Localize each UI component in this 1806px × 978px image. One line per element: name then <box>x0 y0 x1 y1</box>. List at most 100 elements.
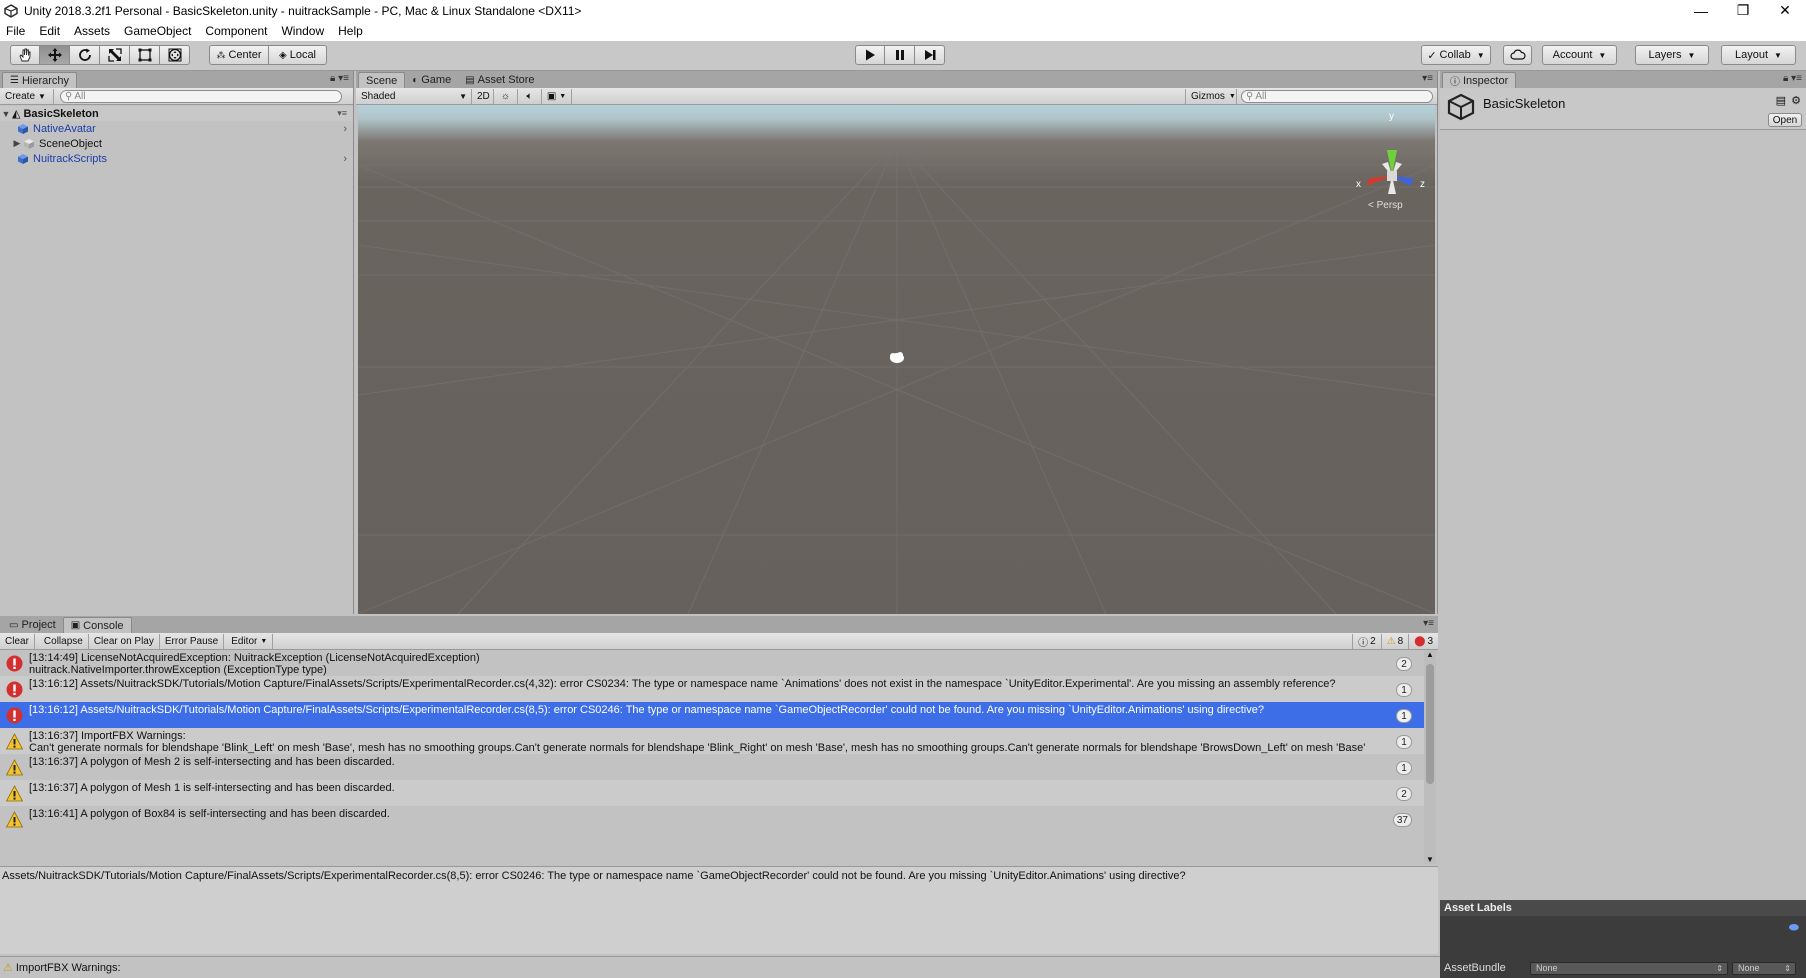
tab-scene[interactable]: Scene <box>358 72 406 88</box>
dropdown-arrow-icon: ▼ <box>559 92 567 100</box>
clear-button[interactable]: Clear <box>0 633 35 649</box>
clear-label: Clear <box>5 635 29 647</box>
scene-tabstrip: Scene ◐ Game ▤ Asset Store ▾≡ <box>356 71 1437 88</box>
scale-icon <box>107 48 122 62</box>
tab-asset-store[interactable]: ▤ Asset Store <box>458 72 541 88</box>
search-placeholder: All <box>74 90 86 102</box>
image-icon: ▣ <box>546 90 557 102</box>
title-bar: Unity 2018.3.2f1 Personal - BasicSkeleto… <box>0 0 1806 21</box>
inspector-help-icon[interactable]: ▤ <box>1776 94 1786 107</box>
collapse-arrow-icon[interactable]: ▼ <box>0 109 12 119</box>
status-bar[interactable]: ⚠ ImportFBX Warnings: <box>0 956 1440 978</box>
step-button[interactable] <box>915 45 945 65</box>
warning-filter-toggle[interactable]: ⚠ 8 <box>1382 633 1410 649</box>
console-toolbar: Clear Collapse Clear on Play Error Pause… <box>0 633 1438 650</box>
search-icon: ⚲ <box>1246 90 1254 102</box>
pivot-local-button[interactable]: ◈ Local <box>269 45 327 65</box>
tab-project[interactable]: ▭ Project <box>2 617 63 633</box>
console-detail-pane[interactable]: Assets/NuitrackSDK/Tutorials/Motion Capt… <box>0 866 1438 954</box>
menu-file[interactable]: File <box>6 24 25 38</box>
scene-root-row[interactable]: ▼ ◭ BasicSkeleton ▾≡ <box>0 106 353 121</box>
chevron-right-icon[interactable]: › <box>343 123 347 135</box>
console-log-row[interactable]: [13:16:41] A polygon of Box84 is self-in… <box>0 806 1424 832</box>
rotate-tool-button[interactable] <box>70 45 100 65</box>
console-log-row[interactable]: [13:16:37] A polygon of Mesh 2 is self-i… <box>0 754 1424 780</box>
assetbundle-variant-dropdown[interactable]: None ⇕ <box>1732 961 1796 975</box>
play-button[interactable] <box>855 45 885 65</box>
scrollbar-thumb[interactable] <box>1426 664 1434 784</box>
hand-tool-button[interactable] <box>10 45 40 65</box>
error-pause-toggle[interactable]: Error Pause <box>160 633 225 649</box>
tab-hierarchy[interactable]: ☰ Hierarchy <box>2 72 78 88</box>
move-tool-button[interactable] <box>40 45 70 65</box>
pause-button[interactable] <box>885 45 915 65</box>
console-log-row[interactable]: [13:14:49] LicenseNotAcquiredException: … <box>0 650 1424 676</box>
scene-search-input[interactable]: ⚲ All <box>1241 89 1433 103</box>
editor-dropdown[interactable]: Editor ▼ <box>226 633 274 649</box>
rect-tool-button[interactable] <box>130 45 160 65</box>
scene-menu-icon[interactable]: ▾≡ <box>337 108 347 119</box>
scroll-up-arrow-icon[interactable]: ▲ <box>1426 650 1434 659</box>
console-log-row[interactable]: [13:16:37] A polygon of Mesh 1 is self-i… <box>0 780 1424 806</box>
hierarchy-item-nuitrackscripts[interactable]: NuitrackScripts › <box>0 151 353 166</box>
tab-inspector[interactable]: ⓘ Inspector <box>1442 72 1517 88</box>
error-filter-toggle[interactable]: ⬤ 3 <box>1409 634 1438 649</box>
menu-help[interactable]: Help <box>338 24 363 38</box>
close-button[interactable]: ✕ <box>1764 0 1806 21</box>
hierarchy-item-nativeavatar[interactable]: NativeAvatar › <box>0 121 353 136</box>
directional-light-icon[interactable] <box>890 352 904 363</box>
projection-label[interactable]: < Persp <box>1368 200 1403 211</box>
audio-toggle-button[interactable]: 🔈︎ <box>518 88 542 104</box>
scroll-down-arrow-icon[interactable]: ▼ <box>1426 855 1434 864</box>
scale-tool-button[interactable] <box>100 45 130 65</box>
layers-dropdown[interactable]: Layers ▼ <box>1635 45 1709 65</box>
panel-menu-icon[interactable]: ▾≡ <box>1422 73 1433 84</box>
dropdown-arrow-icon: ▼ <box>459 91 467 101</box>
hierarchy-search-input[interactable]: ⚲ All <box>60 89 342 103</box>
pivot-center-button[interactable]: ⁂ Center <box>209 45 269 65</box>
console-log-row[interactable]: [13:16:12] Assets/NuitrackSDK/Tutorials/… <box>0 676 1424 702</box>
menu-edit[interactable]: Edit <box>39 24 60 38</box>
layout-dropdown[interactable]: Layout ▼ <box>1721 45 1796 65</box>
gear-icon[interactable]: ⚙ <box>1791 94 1801 107</box>
menu-bar: File Edit Assets GameObject Component Wi… <box>0 21 1806 41</box>
console-log-row[interactable]: [13:16:37] ImportFBX Warnings: Can't gene… <box>0 728 1424 754</box>
collapse-toggle[interactable]: Collapse <box>39 633 89 649</box>
assetbundle-name-dropdown[interactable]: None ⇕ <box>1530 961 1728 975</box>
menu-component[interactable]: Component <box>205 24 267 38</box>
tab-game[interactable]: ◐ Game <box>405 72 458 88</box>
error-icon: ⬤ <box>1414 635 1426 647</box>
tag-label-icon[interactable]: ⬬ <box>1789 920 1799 935</box>
clear-on-play-label: Clear on Play <box>93 635 154 647</box>
clear-on-play-toggle[interactable]: Clear on Play <box>89 633 160 649</box>
effects-dropdown[interactable]: ▣ ▼ <box>542 88 572 104</box>
panel-lock-menu-icon[interactable]: 🔒︎ ▾≡ <box>1783 73 1802 84</box>
warning-icon <box>6 759 23 776</box>
console-scrollbar[interactable]: ▲ ▼ <box>1424 650 1436 864</box>
gizmos-dropdown[interactable]: Gizmos ▼ <box>1185 88 1237 104</box>
tab-console[interactable]: ▣ Console <box>62 617 132 633</box>
create-dropdown[interactable]: Create ▼ <box>0 88 54 104</box>
expand-arrow-icon[interactable]: ▶ <box>11 138 23 149</box>
2d-toggle-button[interactable]: 2D <box>472 88 494 104</box>
updown-arrow-icon: ⇕ <box>1716 963 1723 973</box>
shading-mode-dropdown[interactable]: Shaded ▼ <box>356 88 472 104</box>
console-log-row[interactable]: [13:16:12] Assets/NuitrackSDK/Tutorials/… <box>0 702 1424 728</box>
menu-window[interactable]: Window <box>281 24 324 38</box>
chevron-right-icon[interactable]: › <box>343 153 347 165</box>
scene-viewport[interactable]: y x z < Persp <box>358 105 1435 614</box>
collab-dropdown[interactable]: ✓ Collab ▼ <box>1421 45 1491 65</box>
panel-menu-icon[interactable]: ▾≡ <box>1423 618 1434 629</box>
cloud-button[interactable] <box>1503 45 1532 65</box>
panel-lock-menu-icon[interactable]: 🔒︎ ▾≡ <box>330 73 349 84</box>
info-filter-toggle[interactable]: ⓘ 2 <box>1352 633 1382 649</box>
transform-tool-button[interactable] <box>160 45 190 65</box>
open-button[interactable]: Open <box>1768 113 1802 127</box>
minimize-button[interactable]: — <box>1680 0 1722 21</box>
lighting-toggle-button[interactable]: ☼ <box>494 88 518 104</box>
menu-assets[interactable]: Assets <box>74 24 110 38</box>
account-dropdown[interactable]: Account ▼ <box>1542 45 1617 65</box>
maximize-button[interactable]: ❐ <box>1722 0 1764 21</box>
menu-gameobject[interactable]: GameObject <box>124 24 191 38</box>
hierarchy-item-sceneobject[interactable]: ▶ SceneObject <box>0 136 353 151</box>
